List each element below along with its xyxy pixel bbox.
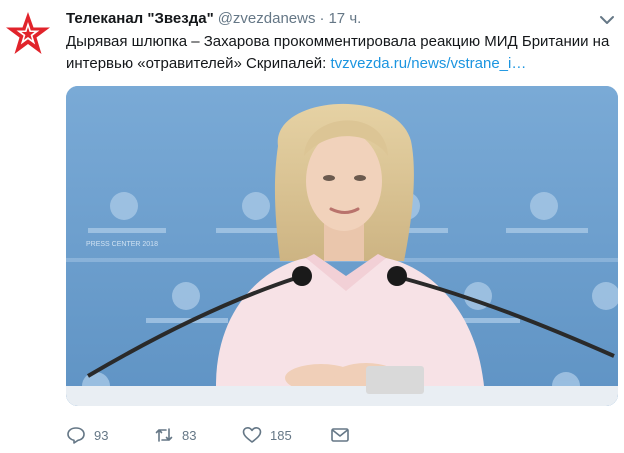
direct-message-button[interactable] (330, 424, 350, 446)
reply-icon (67, 427, 85, 444)
reply-count: 93 (94, 427, 109, 443)
avatar[interactable] (4, 10, 52, 58)
envelope-icon (331, 428, 349, 442)
user-handle[interactable]: @zvezdanews (218, 10, 316, 27)
chevron-down-icon (600, 16, 614, 24)
heart-icon (242, 427, 262, 443)
photo-image: PRESS CENTER 2018 (66, 86, 618, 406)
like-count: 185 (270, 427, 292, 443)
tweet-photo[interactable]: PRESS CENTER 2018 (66, 86, 618, 406)
backdrop-text: PRESS CENTER 2018 (86, 241, 158, 248)
like-button[interactable]: 185 (242, 424, 292, 446)
separator-dot: · (319, 10, 325, 27)
tweet-text: Дырявая шлюпка – Захарова прокомментиров… (66, 31, 614, 75)
display-name[interactable]: Телеканал "Звезда" (66, 10, 214, 27)
reply-button[interactable]: 93 (66, 424, 108, 446)
tweet-menu-button[interactable] (599, 12, 615, 28)
retweet-button[interactable]: 83 (154, 424, 196, 446)
retweet-count: 83 (182, 427, 197, 443)
tweet-card: Телеканал "Звезда" @zvezdanews · 17 ч. Дыря… (0, 0, 624, 453)
zvezda-star-icon (6, 12, 50, 54)
timestamp[interactable]: 17 ч. (328, 10, 361, 27)
tweet-link[interactable]: tvzvezda.ru/news/vstrane_i… (330, 55, 526, 72)
retweet-icon (155, 428, 173, 442)
tweet-header: Телеканал "Звезда" @zvezdanews · 17 ч. (66, 9, 596, 29)
